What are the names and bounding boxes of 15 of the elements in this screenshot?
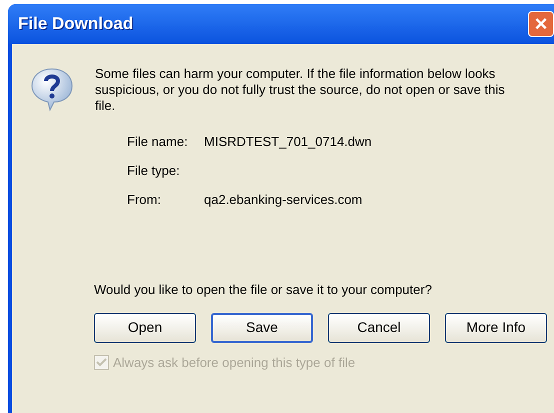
info-label: From: — [127, 191, 162, 210]
question-icon — [30, 66, 74, 112]
checkmark-icon — [96, 358, 107, 367]
question-text: Would you like to open the file or save it to your computer? — [94, 281, 433, 299]
dialog-button[interactable]: Open — [94, 312, 196, 342]
info-label: File name: — [127, 133, 189, 152]
window-title: File Download — [18, 13, 134, 36]
info-value: qa2.ebanking-services.com — [204, 191, 362, 210]
dialog-button[interactable]: Save — [211, 312, 313, 342]
info-value: MISRDTEST_701_0714.dwn — [204, 133, 372, 152]
dialog-button[interactable]: Cancel — [328, 312, 430, 342]
checkbox-label: Always ask before opening this type of file — [113, 354, 356, 372]
dialog-button[interactable]: More Info — [445, 312, 547, 342]
warning-message: Some files can harm your computer. If the file information below looks suspicious, or you do not fully trust the source, do not open or save this file. — [95, 66, 506, 114]
info-label: File type: — [127, 162, 181, 180]
